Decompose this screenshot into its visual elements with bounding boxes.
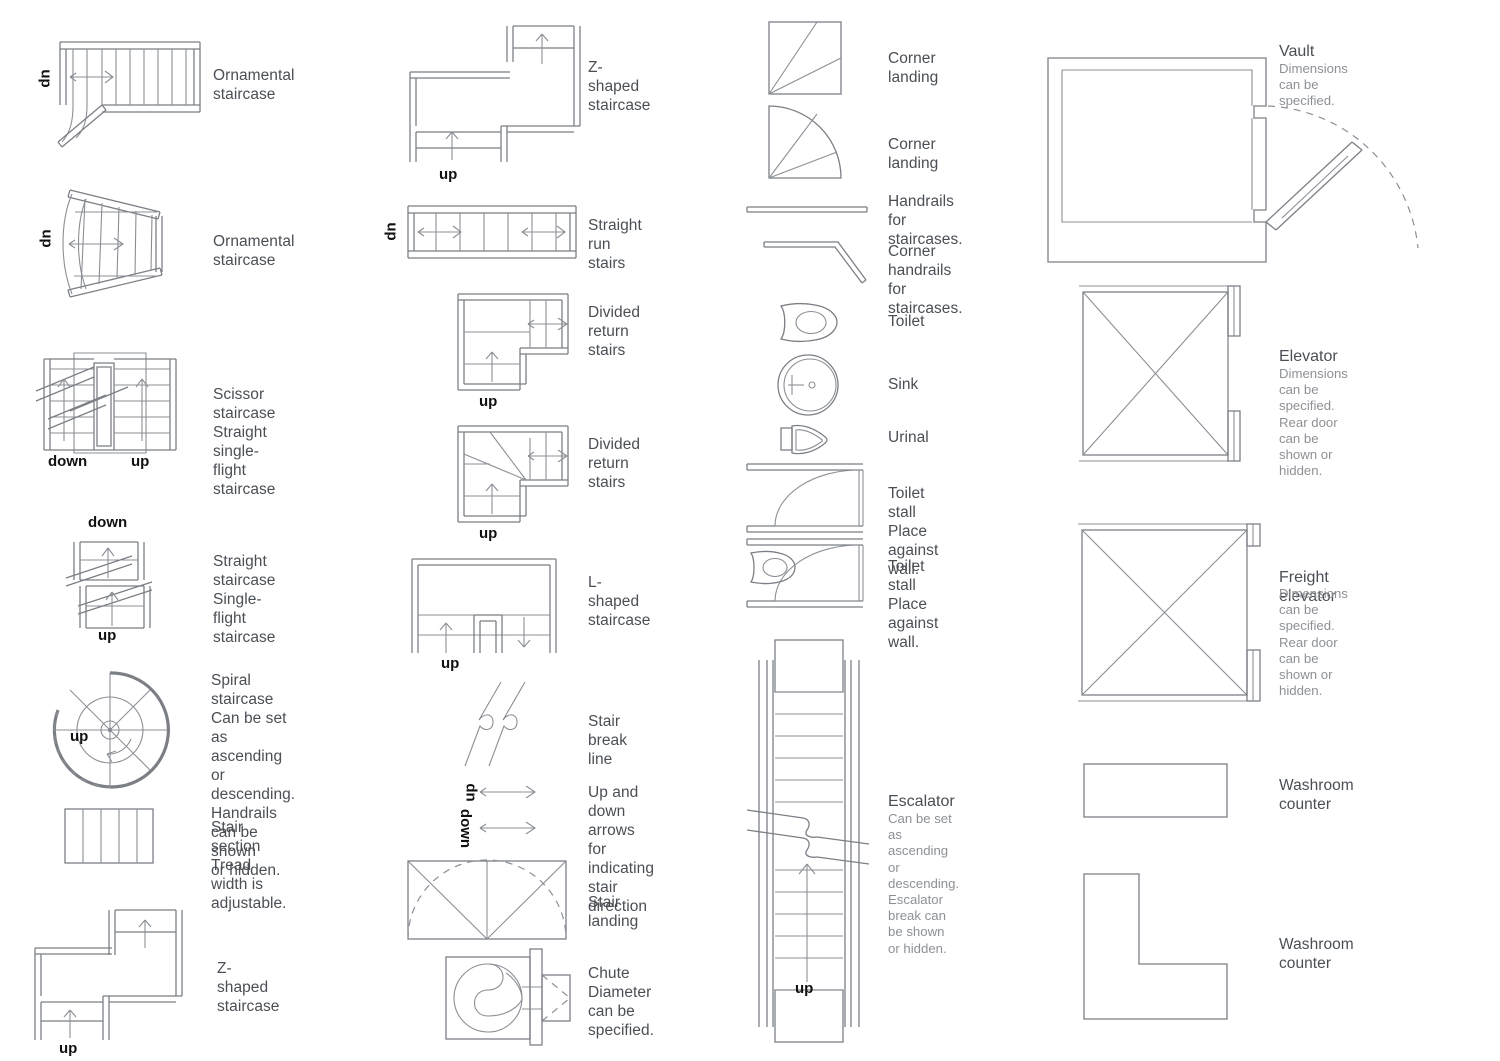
direction-marker-dn: dn xyxy=(36,69,54,88)
label-l-shaped-staircase: L-shaped staircase xyxy=(588,574,651,629)
label-straight-staircase: Straight staircase Single-flight stairca… xyxy=(213,553,276,646)
label-ornamental-staircase-1: Ornamental staircase xyxy=(213,67,295,103)
toilet-symbol[interactable] xyxy=(775,300,845,345)
divided-return-stairs-2-symbol[interactable] xyxy=(450,418,575,530)
label-sink: Sink xyxy=(888,376,919,393)
sink-symbol[interactable] xyxy=(774,351,844,421)
ornamental-staircase-1-symbol[interactable] xyxy=(40,30,220,150)
chute-symbol[interactable] xyxy=(440,943,571,1053)
description-elevator: Dimensions can be specified. Rear door c… xyxy=(1279,366,1348,479)
symbol-library-sheet: dn Ornamental staircase dn Ornamental st… xyxy=(0,0,1500,1061)
label-urinal: Urinal xyxy=(888,429,929,446)
label-divided-return-stairs-2: Divided return stairs xyxy=(588,436,641,491)
direction-marker-down-straight: down xyxy=(88,514,128,531)
label-z-shaped-staircase: Z-shaped staircase xyxy=(588,59,651,114)
label-divided-return-stairs-1: Divided return stairs xyxy=(588,304,641,359)
label-z-shaped-staircase-bottom: Z-shaped staircase xyxy=(217,960,280,1015)
ornamental-staircase-2-symbol[interactable] xyxy=(38,172,223,307)
label-vault: Vault xyxy=(1279,43,1315,60)
label-handrails-for-staircases: Handrails for staircases. xyxy=(888,193,963,248)
direction-marker-up-arrow: up xyxy=(461,783,479,802)
direction-marker-up-z: up xyxy=(439,166,458,183)
direction-marker-up-scissor: up xyxy=(131,453,150,470)
label-ornamental-staircase-2: Ornamental staircase xyxy=(213,233,295,269)
up-down-arrows-symbol[interactable] xyxy=(470,780,550,850)
label-washroom-counter-rect: Washroom counter xyxy=(1279,777,1354,813)
handrails-for-staircases-symbol[interactable] xyxy=(745,203,870,217)
label-toilet-stall-with-toilet: Toilet stall Place against wall. xyxy=(888,558,939,651)
vault-symbol[interactable] xyxy=(1030,20,1450,270)
urinal-symbol[interactable] xyxy=(778,418,838,460)
stair-break-line-symbol[interactable] xyxy=(455,680,565,772)
corner-landing-round-symbol[interactable] xyxy=(765,102,845,182)
z-shaped-staircase-bottom-symbol[interactable] xyxy=(24,900,209,1045)
description-freight-elevator: Dimensions can be specified. Rear door c… xyxy=(1279,586,1348,699)
divided-return-stairs-1-symbol[interactable] xyxy=(450,286,575,398)
washroom-counter-l-symbol[interactable] xyxy=(1082,872,1232,1022)
direction-marker-up-div1: up xyxy=(479,393,498,410)
label-chute: Chute Diameter can be specified. xyxy=(588,965,654,1039)
label-escalator: Escalator xyxy=(888,793,955,810)
corner-handrails-symbol[interactable] xyxy=(762,238,872,284)
stair-landing-symbol[interactable] xyxy=(404,855,574,945)
description-vault: Dimensions can be specified. xyxy=(1279,61,1348,109)
direction-marker-up-escalator: up xyxy=(795,980,814,997)
scissor-staircase-symbol[interactable] xyxy=(34,345,209,465)
z-shaped-staircase-symbol[interactable] xyxy=(402,20,587,165)
label-corner-landing-square: Corner landing xyxy=(888,50,939,86)
spiral-staircase-symbol[interactable] xyxy=(45,665,175,795)
direction-marker-down-arrow: down xyxy=(457,808,475,849)
direction-marker-up-lshape: up xyxy=(441,655,460,672)
elevator-symbol[interactable] xyxy=(1065,280,1275,470)
description-escalator: Can be set as ascending or descending. E… xyxy=(888,811,960,956)
direction-marker-up-div2: up xyxy=(479,525,498,542)
label-straight-run-stairs: Straight run stairs xyxy=(588,217,642,272)
toilet-stall-with-toilet-symbol[interactable] xyxy=(745,535,870,615)
direction-marker-up-zbottom: up xyxy=(59,1040,78,1057)
toilet-stall-empty-symbol[interactable] xyxy=(745,460,870,540)
label-corner-landing-round: Corner landing xyxy=(888,136,939,172)
direction-marker-up-spiral: up xyxy=(70,728,89,745)
l-shaped-staircase-symbol[interactable] xyxy=(404,553,564,663)
label-corner-handrails: Corner handrails for staircases. xyxy=(888,243,963,317)
label-stair-landing: Stair landing xyxy=(588,894,639,930)
label-toilet: Toilet xyxy=(888,313,925,330)
direction-marker-up-straight: up xyxy=(98,627,117,644)
direction-marker-down-scissor: down xyxy=(48,453,88,470)
label-washroom-counter-l: Washroom counter xyxy=(1279,936,1354,972)
label-scissor-staircase: Scissor staircase Straight single-flight… xyxy=(213,386,276,498)
direction-marker-dn-2: dn xyxy=(37,229,55,248)
washroom-counter-rect-symbol[interactable] xyxy=(1082,762,1232,824)
straight-staircase-symbol[interactable] xyxy=(60,530,190,640)
stair-section-symbol[interactable] xyxy=(63,807,163,869)
direction-marker-dn-straightrun: dn xyxy=(382,222,400,241)
corner-landing-square-symbol[interactable] xyxy=(765,18,845,98)
label-stair-section: Stair section Tread width is adjustable. xyxy=(211,819,287,912)
label-stair-break-line: Stair break line xyxy=(588,713,628,768)
freight-elevator-symbol[interactable] xyxy=(1060,500,1290,715)
label-elevator: Elevator xyxy=(1279,348,1338,365)
straight-run-stairs-symbol[interactable] xyxy=(398,198,588,266)
